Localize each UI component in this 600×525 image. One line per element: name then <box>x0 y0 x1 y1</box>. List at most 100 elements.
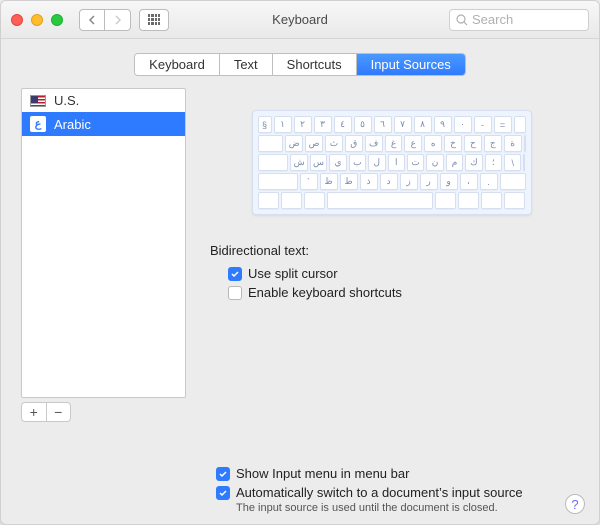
bidi-title: Bidirectional text: <box>210 243 579 258</box>
key: ص <box>305 135 323 152</box>
keyboard-row: `ظطذدزرو،. <box>258 173 526 190</box>
keyboard-row: شسيبلاتنمك؛\ <box>258 154 526 171</box>
use-split-cursor-row[interactable]: Use split cursor <box>210 264 579 283</box>
keyboard-layout-preview: §١٢٣٤٥٦٧٨٩٠-=ضصثقفغعهخحجةشسيبلاتنمك؛\`ظط… <box>252 110 532 215</box>
key: م <box>446 154 463 171</box>
checkbox-checked[interactable] <box>216 486 230 500</box>
key <box>258 192 279 209</box>
show-all-button[interactable] <box>139 9 169 31</box>
key: ش <box>290 154 307 171</box>
tabs: Keyboard Text Shortcuts Input Sources <box>134 53 466 76</box>
tab-input-sources[interactable]: Input Sources <box>357 54 465 75</box>
key: ٤ <box>334 116 352 133</box>
checkbox-unchecked[interactable] <box>228 286 242 300</box>
key: ط <box>340 173 358 190</box>
show-input-menu-row[interactable]: Show Input menu in menu bar <box>216 464 579 483</box>
zoom-window-button[interactable] <box>51 14 63 26</box>
key: ف <box>365 135 383 152</box>
list-item[interactable]: U.S. <box>22 89 185 112</box>
key: . <box>480 173 498 190</box>
checkbox-label: Show Input menu in menu bar <box>236 466 409 481</box>
checkbox-label: Automatically switch to a document’s inp… <box>236 485 523 500</box>
auto-switch-row[interactable]: Automatically switch to a document’s inp… <box>216 483 579 502</box>
key: و <box>440 173 458 190</box>
key: ض <box>285 135 303 152</box>
key: ك <box>465 154 482 171</box>
key: \ <box>504 154 521 171</box>
window-controls <box>11 14 63 26</box>
keyboard-row <box>258 192 526 209</box>
key <box>258 154 289 171</box>
window-title: Keyboard <box>272 12 328 27</box>
key <box>304 192 325 209</box>
tab-text[interactable]: Text <box>220 54 273 75</box>
key: ل <box>368 154 385 171</box>
right-pane: §١٢٣٤٥٦٧٨٩٠-=ضصثقفغعهخحجةشسيبلاتنمك؛\`ظط… <box>204 88 579 458</box>
add-source-button[interactable]: + <box>22 403 47 421</box>
forward-button[interactable] <box>105 9 131 31</box>
key: § <box>258 116 272 133</box>
key: ٠ <box>454 116 472 133</box>
input-source-list[interactable]: U.S. ع Arabic <box>21 88 186 398</box>
grid-icon <box>148 14 160 26</box>
help-button[interactable]: ? <box>565 494 585 514</box>
back-button[interactable] <box>79 9 105 31</box>
titlebar: Keyboard Search <box>1 1 599 39</box>
key <box>523 154 525 171</box>
key: ذ <box>360 173 378 190</box>
key: ` <box>300 173 318 190</box>
source-label: Arabic <box>54 117 91 132</box>
key: ق <box>345 135 363 152</box>
main-panel: U.S. ع Arabic + − §١٢٣٤٥٦٧٨٩٠-=ضصثقفغعهخ… <box>21 88 579 458</box>
key: س <box>310 154 327 171</box>
keyboard-row: §١٢٣٤٥٦٧٨٩٠-= <box>258 116 526 133</box>
tab-shortcuts[interactable]: Shortcuts <box>273 54 357 75</box>
key: ر <box>420 173 438 190</box>
add-remove-control: + − <box>21 402 71 422</box>
left-column: U.S. ع Arabic + − <box>21 88 186 458</box>
key: ن <box>426 154 443 171</box>
search-input[interactable]: Search <box>449 9 589 31</box>
key <box>435 192 456 209</box>
key: ع <box>404 135 422 152</box>
tab-keyboard[interactable]: Keyboard <box>135 54 220 75</box>
key: ث <box>325 135 343 152</box>
checkbox-checked[interactable] <box>216 467 230 481</box>
key: ا <box>388 154 405 171</box>
enable-kbd-shortcuts-row[interactable]: Enable keyboard shortcuts <box>210 283 579 302</box>
key: د <box>380 173 398 190</box>
search-placeholder: Search <box>472 12 513 27</box>
key: ، <box>460 173 478 190</box>
remove-source-button[interactable]: − <box>47 403 71 421</box>
preferences-window: Keyboard Search Keyboard Text Shortcuts … <box>0 0 600 525</box>
key <box>514 116 526 133</box>
checkbox-label: Enable keyboard shortcuts <box>248 285 402 300</box>
key: ٨ <box>414 116 432 133</box>
close-window-button[interactable] <box>11 14 23 26</box>
flag-arabic-icon: ع <box>30 116 46 132</box>
key: ح <box>464 135 482 152</box>
key: ز <box>400 173 418 190</box>
key: ي <box>329 154 346 171</box>
checkbox-checked[interactable] <box>228 267 242 281</box>
key <box>458 192 479 209</box>
key <box>327 192 433 209</box>
key: غ <box>385 135 403 152</box>
flag-us-icon <box>30 95 46 107</box>
key: ظ <box>320 173 338 190</box>
list-item[interactable]: ع Arabic <box>22 112 185 136</box>
key <box>500 173 526 190</box>
key: ٩ <box>434 116 452 133</box>
content-area: U.S. ع Arabic + − §١٢٣٤٥٦٧٨٩٠-=ضصثقفغعهخ… <box>1 88 599 524</box>
key <box>258 135 284 152</box>
footer-hint: The input source is used until the docum… <box>236 502 579 514</box>
key: - <box>474 116 492 133</box>
key <box>281 192 302 209</box>
key <box>481 192 502 209</box>
key: ج <box>484 135 502 152</box>
minimize-window-button[interactable] <box>31 14 43 26</box>
key: ه <box>424 135 442 152</box>
key: ٦ <box>374 116 392 133</box>
key: ت <box>407 154 424 171</box>
key: ب <box>349 154 366 171</box>
